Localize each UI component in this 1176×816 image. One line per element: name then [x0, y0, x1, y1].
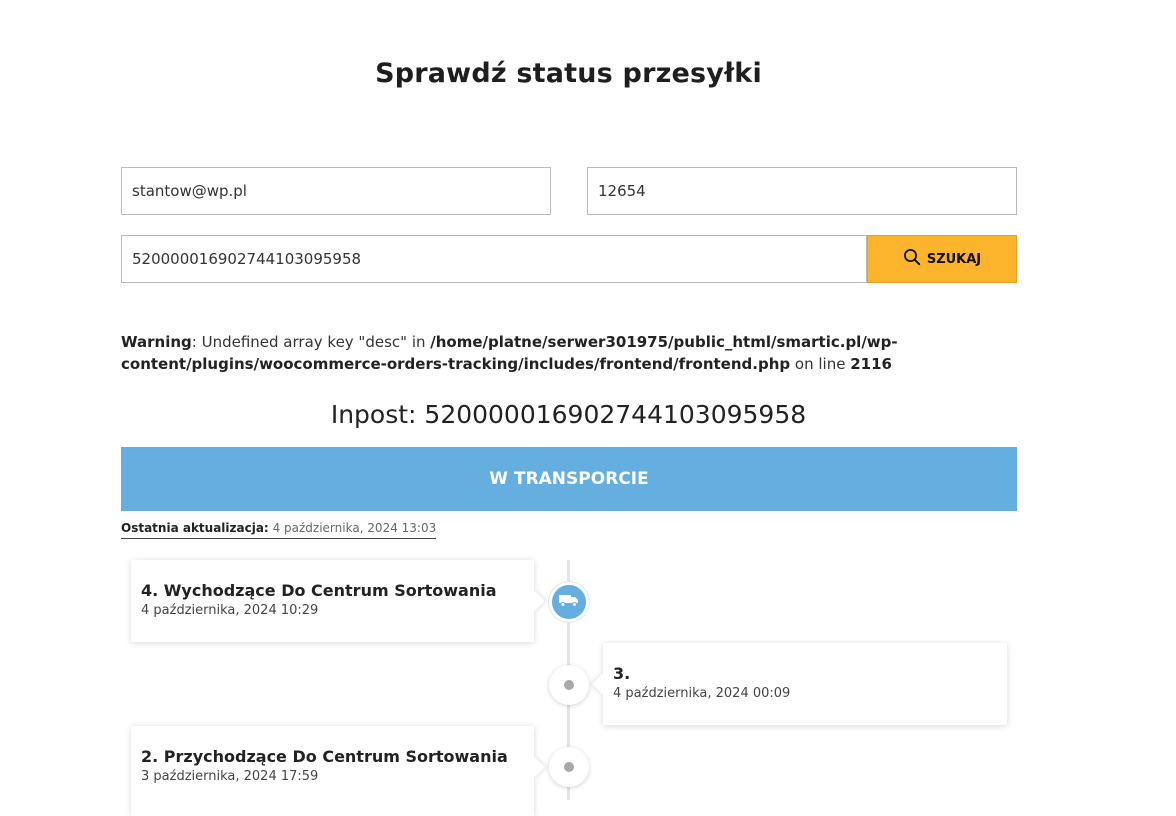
warning-line-number: 2116 — [850, 355, 892, 373]
timeline-event-card: 4. Wychodzące Do Centrum Sortowania 4 pa… — [131, 560, 534, 642]
timeline-node — [549, 665, 589, 705]
php-warning: Warning: Undefined array key "desc" in /… — [121, 331, 921, 375]
timeline-node — [549, 747, 589, 787]
event-title: 2. Przychodzące Do Centrum Sortowania — [141, 747, 508, 766]
dot-icon — [564, 762, 574, 772]
tracking-number-field[interactable] — [121, 235, 867, 283]
warning-message: : Undefined array key "desc" in — [191, 333, 431, 351]
warning-label: Warning — [121, 333, 192, 351]
order-number-field[interactable] — [587, 167, 1017, 215]
event-date: 4 października, 2024 00:09 — [613, 686, 791, 701]
timeline-event-card: 2. Przychodzące Do Centrum Sortowania 3 … — [131, 726, 534, 816]
timeline-node-active — [549, 582, 589, 622]
timeline-event-card: 3. 4 października, 2024 00:09 — [603, 643, 1007, 725]
event-date: 3 października, 2024 17:59 — [141, 769, 319, 784]
event-date: 4 października, 2024 10:29 — [141, 603, 319, 618]
last-update-label: Ostatnia aktualizacja: — [121, 521, 269, 535]
truck-icon — [558, 592, 580, 612]
status-banner: W TRANSPORCIE — [121, 447, 1017, 511]
warning-on-line: on line — [790, 355, 851, 373]
dot-icon — [564, 680, 574, 690]
page-title: Sprawdź status przesyłki — [375, 58, 762, 89]
search-button[interactable]: SZUKAJ — [867, 235, 1017, 283]
event-title: 4. Wychodzące Do Centrum Sortowania — [141, 581, 497, 600]
search-button-label: SZUKAJ — [926, 251, 982, 267]
carrier-heading: Inpost: 520000016902744103095958 — [330, 400, 807, 429]
last-update-value: 4 października, 2024 13:03 — [272, 521, 437, 535]
email-field[interactable] — [121, 167, 551, 215]
event-title: 3. — [613, 664, 631, 683]
search-icon — [903, 248, 921, 270]
last-update: Ostatnia aktualizacja: 4 października, 2… — [121, 521, 437, 539]
